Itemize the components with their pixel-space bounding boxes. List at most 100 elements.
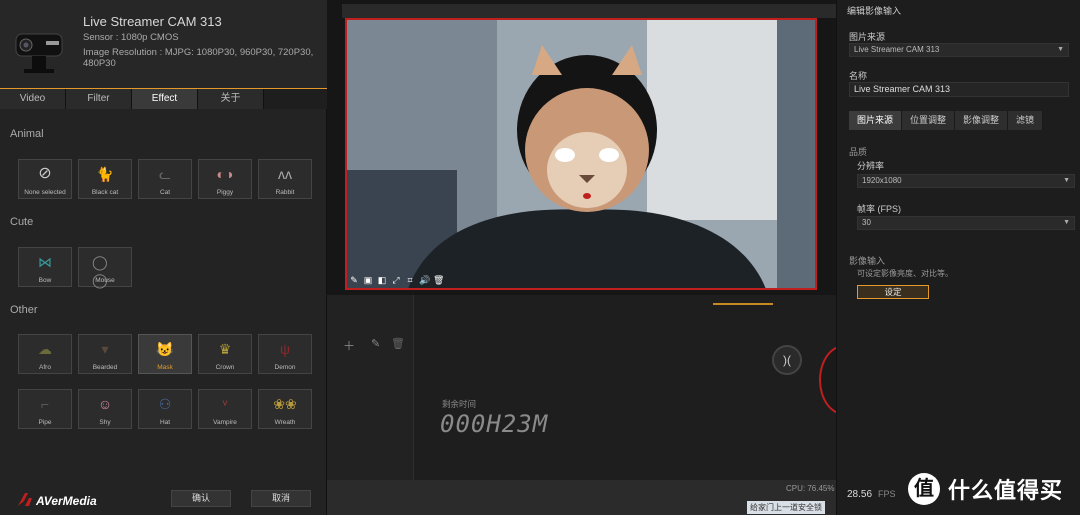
effect-mouse[interactable]: ◯ ◯ Mouse xyxy=(78,247,132,288)
remaining-time-label: 剩余时间 xyxy=(442,399,477,409)
volume-icon[interactable]: 🔊 xyxy=(419,275,430,285)
wreath-icon: ❀❀ xyxy=(273,396,297,412)
tab-about[interactable]: 关于 xyxy=(198,89,264,109)
section-other: Other xyxy=(10,304,38,316)
effect-cat[interactable]: ᓚ Cat xyxy=(138,159,192,199)
settings-tabs: 图片来源 位置调整 影像调整 滤镜 xyxy=(849,111,1080,130)
audio-slider[interactable] xyxy=(713,303,773,305)
crown-icon: ♛ xyxy=(218,341,232,357)
hat-icon: ⚇ xyxy=(158,396,172,412)
cancel-button[interactable]: 取消 xyxy=(251,490,311,507)
confirm-button[interactable]: 确认 xyxy=(171,490,231,507)
section-cute: Cute xyxy=(10,216,34,228)
effect-afro[interactable]: ☁ Afro xyxy=(18,334,72,374)
tab-position[interactable]: 位置调整 xyxy=(902,111,956,130)
bow-icon: ⋈ xyxy=(38,254,52,270)
tab-filter[interactable]: 滤镜 xyxy=(1008,111,1044,130)
beard-icon: ▾ xyxy=(101,341,109,357)
effect-bow[interactable]: ⋈ Bow xyxy=(18,247,72,287)
taskbar-notification[interactable]: 给家门上一道安全锁 xyxy=(747,501,825,514)
panel-title: 编辑影像输入 xyxy=(847,6,902,16)
none-icon: ⊘ xyxy=(38,165,52,182)
quality-label: 品质 xyxy=(849,147,868,157)
camera-feed-image xyxy=(347,20,815,288)
main-workspace: ✎ ▣ ◧ ⤢ ⌗ 🔊 🗑 ＋ ✎ 🗑 )( xyxy=(327,0,869,515)
pipe-icon: ⌐ xyxy=(40,396,50,412)
preview-area: ✎ ▣ ◧ ⤢ ⌗ 🔊 🗑 xyxy=(327,0,836,295)
effect-black-cat[interactable]: 🐈 Black cat xyxy=(78,159,132,199)
resolution-select[interactable]: 1920x1080 ▼ xyxy=(857,174,1075,188)
piggy-icon: ◐◑ xyxy=(216,166,234,182)
demon-icon: ψ xyxy=(280,341,290,357)
preview-header xyxy=(342,4,836,18)
trash-icon[interactable]: 🗑 xyxy=(433,275,444,285)
name-label: 名称 xyxy=(849,71,868,81)
site-watermark: 值 什么值得买 xyxy=(908,470,1080,508)
remaining-time-value: 000H23M xyxy=(440,410,549,438)
effect-pipe[interactable]: ⌐ Pipe xyxy=(18,389,72,429)
avermedia-logo: AVerMedia xyxy=(18,493,97,508)
effect-wreath[interactable]: ❀❀ Wreath xyxy=(258,389,312,429)
pen-icon[interactable]: ✎ xyxy=(349,275,359,285)
fps-value: 28.56 xyxy=(847,489,873,500)
video-input-label: 影像输入 xyxy=(849,256,886,266)
timeline-area: ＋ ✎ 🗑 )( xyxy=(327,295,869,480)
app-window: Live Streamer CAM 313 Sensor : 1080p CMO… xyxy=(0,0,1080,515)
vampire-icon: ᵛ xyxy=(222,396,228,412)
device-header: Live Streamer CAM 313 Sensor : 1080p CMO… xyxy=(0,0,327,88)
effect-bearded[interactable]: ▾ Bearded xyxy=(78,334,132,374)
effect-demon[interactable]: ψ Demon xyxy=(258,334,312,374)
cat-icon: ᓚ xyxy=(159,166,171,182)
chevron-down-icon: ▼ xyxy=(1063,177,1070,184)
resolution-select-value: 1920x1080 xyxy=(862,176,902,185)
tab-source[interactable]: 图片来源 xyxy=(849,111,903,130)
cpu-usage: CPU: 76.45% xyxy=(786,484,835,493)
edit-icon[interactable]: ✎ xyxy=(371,337,380,350)
effects-panel: Live Streamer CAM 313 Sensor : 1080p CMO… xyxy=(0,0,327,515)
device-name: Live Streamer CAM 313 xyxy=(83,14,222,29)
add-icon[interactable]: ＋ xyxy=(343,337,355,354)
watermark-logo-icon: 值 xyxy=(908,473,940,505)
delete-icon[interactable]: 🗑 xyxy=(391,337,405,350)
black-cat-icon: 🐈 xyxy=(96,166,114,182)
settings-button[interactable]: 设定 xyxy=(857,285,929,299)
effect-none[interactable]: ⊘ None selected xyxy=(18,159,72,199)
section-animal: Animal xyxy=(10,128,44,140)
name-input[interactable]: Live Streamer CAM 313 xyxy=(849,82,1069,97)
fps-unit: FPS xyxy=(878,489,896,499)
effect-rabbit[interactable]: ʌʌ Rabbit xyxy=(258,159,312,199)
chevron-down-icon: ▼ xyxy=(1063,219,1070,226)
camera-preview[interactable]: ✎ ▣ ◧ ⤢ ⌗ 🔊 🗑 xyxy=(345,18,817,290)
rabbit-icon: ʌʌ xyxy=(278,166,292,182)
panel-tabs: Video Filter Effect 关于 xyxy=(0,89,327,109)
effect-crown[interactable]: ♛ Crown xyxy=(198,334,252,374)
effect-mask[interactable]: 😺 Mask xyxy=(138,334,192,374)
tab-video[interactable]: Video xyxy=(0,89,66,109)
framerate-select-value: 30 xyxy=(862,218,871,227)
framerate-select[interactable]: 30 ▼ xyxy=(857,216,1075,230)
bring-front-icon[interactable]: ▣ xyxy=(363,275,373,285)
timeline-toolbar: ＋ ✎ 🗑 xyxy=(327,295,414,480)
source-select-value: Live Streamer CAM 313 xyxy=(854,45,940,54)
preview-toolbar: ✎ ▣ ◧ ⤢ ⌗ 🔊 🗑 xyxy=(349,275,444,285)
framerate-label: 帧率 (FPS) xyxy=(857,204,901,214)
webcam-icon xyxy=(15,33,63,73)
source-select[interactable]: Live Streamer CAM 313 ▼ xyxy=(849,43,1069,57)
watermark-text: 什么值得买 xyxy=(948,478,1064,503)
effect-hat[interactable]: ⚇ Hat xyxy=(138,389,192,429)
device-resolution: Image Resolution : MJPG: 1080P30, 960P30… xyxy=(83,47,314,69)
tab-image-adjust[interactable]: 影像调整 xyxy=(955,111,1009,130)
effect-vampire[interactable]: ᵛ Vampire xyxy=(198,389,252,429)
crop-icon[interactable]: ⌗ xyxy=(405,275,415,285)
record-dial[interactable]: )( xyxy=(772,345,802,375)
effect-piggy[interactable]: ◐◑ Piggy xyxy=(198,159,252,199)
chevron-down-icon: ▼ xyxy=(1057,46,1064,53)
effect-shy[interactable]: ☺ Shy xyxy=(78,389,132,429)
send-back-icon[interactable]: ◧ xyxy=(377,275,387,285)
tab-filter[interactable]: Filter xyxy=(66,89,132,109)
afro-icon: ☁ xyxy=(38,341,52,357)
tab-effect[interactable]: Effect xyxy=(132,89,198,109)
resize-icon[interactable]: ⤢ xyxy=(391,275,401,285)
shy-icon: ☺ xyxy=(97,396,113,412)
resolution-label: 分辨率 xyxy=(857,161,885,171)
